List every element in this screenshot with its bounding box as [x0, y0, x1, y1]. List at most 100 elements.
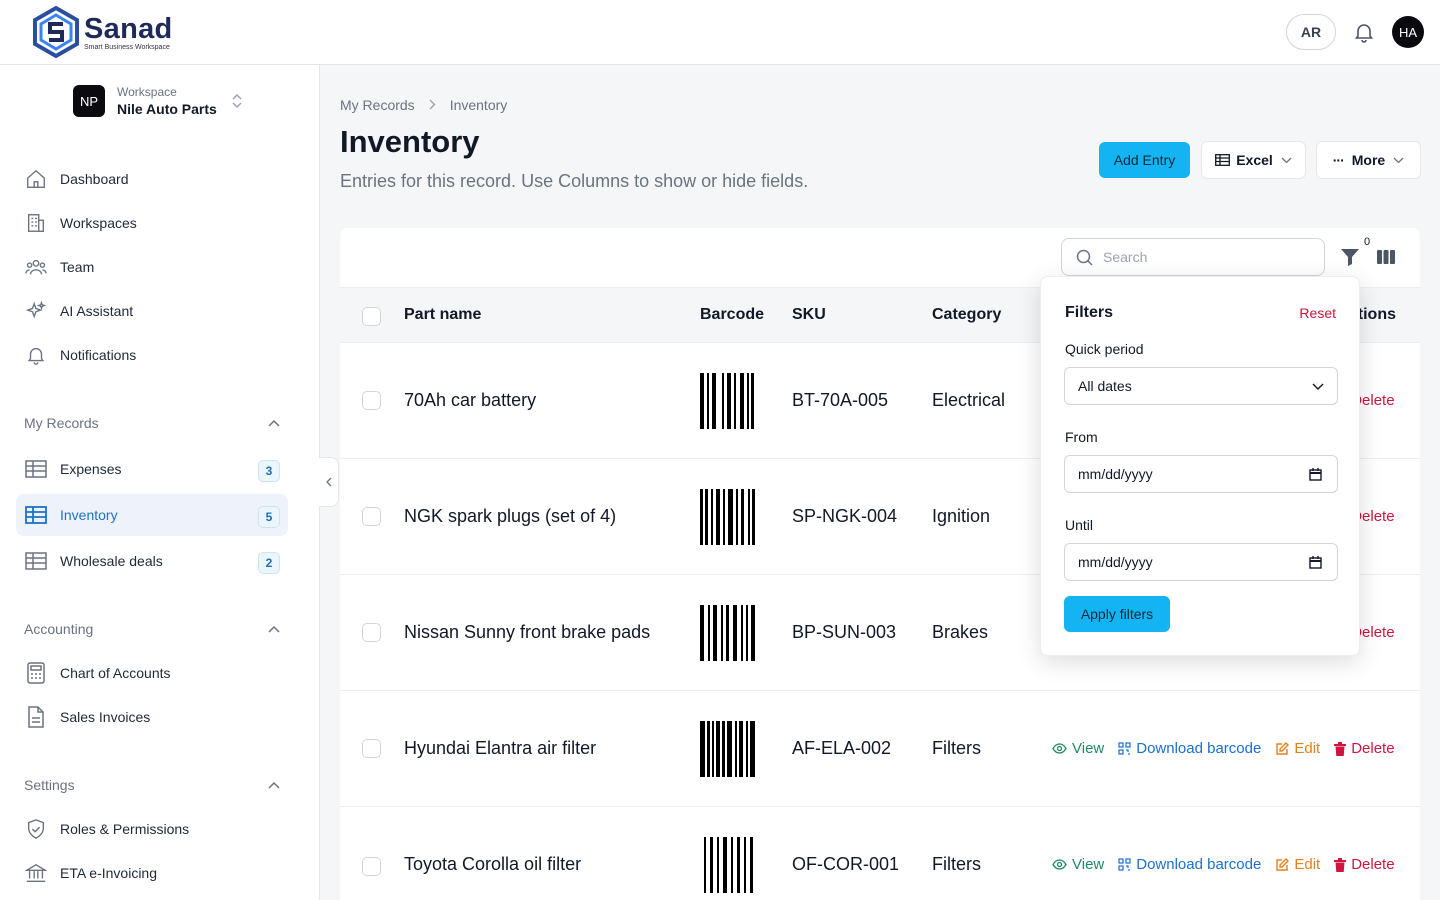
sidebar-item-workspaces[interactable]: Workspaces [16, 202, 288, 244]
chevron-updown-icon[interactable] [230, 93, 244, 109]
users-icon [24, 255, 48, 279]
page-subtitle: Entries for this record. Use Columns to … [340, 171, 809, 191]
download-barcode-button[interactable]: Download barcode [1118, 740, 1261, 757]
edit-label: Edit [1294, 856, 1321, 873]
row-actions: View Download barcode Edit Delete [1052, 740, 1395, 757]
bank-icon [24, 861, 48, 885]
section-accounting[interactable]: Accounting [24, 621, 280, 637]
workspace-badge: NP [73, 85, 105, 117]
sidebar-item-roles-permissions[interactable]: Roles & Permissions [16, 808, 288, 850]
calendar-icon[interactable] [1309, 556, 1322, 569]
sidebar-item-label: Chart of Accounts [60, 665, 171, 681]
filters-panel: Filters Reset Quick period All dates Fro… [1040, 276, 1360, 656]
table-row: Toyota Corolla oil filter OF-COR-001 Fil… [340, 807, 1420, 900]
delete-button[interactable]: Delete [1334, 740, 1395, 757]
view-button[interactable]: View [1052, 740, 1104, 757]
download-barcode-label: Download barcode [1136, 856, 1262, 873]
view-button[interactable]: View [1052, 856, 1104, 873]
brand-logo[interactable]: Sanad Smart Business Workspace [32, 6, 173, 58]
sidebar-item-expenses[interactable]: Expenses 3 [16, 448, 288, 490]
sanad-logo-icon [33, 6, 79, 58]
column-header-part-name[interactable]: Part name [404, 306, 481, 324]
barcode-image [700, 721, 755, 777]
sidebar-item-label: Roles & Permissions [60, 821, 190, 837]
row-actions: View Download barcode Edit Delete [1052, 856, 1395, 873]
sidebar-item-label: ETA e-Invoicing [60, 865, 158, 881]
sidebar-item-wholesale-deals[interactable]: Wholesale deals 2 [16, 540, 288, 582]
category-cell: Filters [932, 854, 981, 874]
section-settings[interactable]: Settings [24, 777, 280, 793]
section-my-records[interactable]: My Records [24, 415, 280, 431]
part-name-cell: NGK spark plugs (set of 4) [404, 506, 617, 526]
apply-filters-button[interactable]: Apply filters [1064, 596, 1170, 632]
breadcrumb-current: Inventory [449, 97, 508, 113]
part-name-cell: 70Ah car battery [404, 390, 537, 410]
language-toggle-button[interactable]: AR [1286, 14, 1336, 50]
notifications-bell-icon[interactable] [1352, 20, 1376, 44]
trash-icon [1334, 741, 1347, 756]
shield-icon [24, 817, 48, 841]
sidebar-item-inventory[interactable]: Inventory 5 [16, 494, 288, 536]
select-all-checkbox[interactable] [362, 307, 381, 326]
part-name-cell: Toyota Corolla oil filter [404, 854, 582, 874]
until-date-placeholder: mm/dd/yyyy [1078, 554, 1153, 570]
delete-button[interactable]: Delete [1334, 856, 1395, 873]
row-checkbox[interactable] [362, 623, 381, 642]
quick-period-label: Quick period [1065, 341, 1144, 357]
chevron-down-icon [1312, 383, 1324, 390]
columns-icon[interactable] [1377, 249, 1395, 265]
sidebar-item-eta-einvoicing[interactable]: ETA e-Invoicing [16, 852, 288, 894]
edit-button[interactable]: Edit [1275, 856, 1320, 873]
qr-code-icon [1118, 858, 1131, 871]
workspace-switcher[interactable]: NP Workspace Nile Auto Parts [73, 85, 217, 117]
sidebar-item-sales-invoices[interactable]: Sales Invoices [16, 696, 288, 738]
column-header-barcode[interactable]: Barcode [700, 306, 764, 324]
sidebar-item-team[interactable]: Team [16, 246, 288, 288]
qr-code-icon [1118, 742, 1131, 755]
filter-icon[interactable] [1340, 247, 1360, 267]
sku-cell: OF-COR-001 [792, 854, 900, 874]
sidebar-item-dashboard[interactable]: Dashboard [16, 158, 288, 200]
workspace-name: Nile Auto Parts [117, 101, 217, 117]
barcode-image [700, 605, 755, 661]
column-header-category[interactable]: Category [932, 306, 1001, 324]
filters-title: Filters [1065, 304, 1114, 321]
eye-icon [1052, 859, 1067, 870]
reset-filters-button[interactable]: Reset [1299, 305, 1336, 321]
download-barcode-button[interactable]: Download barcode [1118, 856, 1261, 873]
until-date-input[interactable]: mm/dd/yyyy [1064, 543, 1338, 581]
excel-export-button[interactable]: Excel [1201, 141, 1306, 179]
search-input[interactable] [1103, 249, 1303, 265]
calendar-icon[interactable] [1309, 468, 1322, 481]
edit-button[interactable]: Edit [1275, 740, 1320, 757]
sidebar: NP Workspace Nile Auto Parts Dashboard W… [0, 65, 320, 900]
row-checkbox[interactable] [362, 507, 381, 526]
row-checkbox[interactable] [362, 391, 381, 410]
sidebar-item-ai-assistant[interactable]: AI Assistant [16, 290, 288, 332]
search-field[interactable] [1061, 238, 1325, 276]
top-bar: Sanad Smart Business Workspace AR HA [0, 0, 1440, 65]
download-barcode-label: Download barcode [1136, 740, 1262, 757]
part-name-cell: Hyundai Elantra air filter [404, 738, 597, 758]
quick-period-select[interactable]: All dates [1064, 367, 1338, 405]
add-entry-button[interactable]: Add Entry [1099, 142, 1190, 178]
column-header-sku[interactable]: SKU [792, 306, 826, 324]
from-date-placeholder: mm/dd/yyyy [1078, 466, 1153, 482]
category-cell: Electrical [932, 390, 1006, 410]
more-actions-button[interactable]: ··· More [1316, 141, 1421, 179]
sku-cell: BP-SUN-003 [792, 622, 897, 642]
user-avatar[interactable]: HA [1392, 16, 1424, 48]
breadcrumb-parent-link[interactable]: My Records [340, 97, 415, 113]
sidebar-item-notifications[interactable]: Notifications [16, 334, 288, 376]
edit-icon [1276, 857, 1290, 871]
row-checkbox[interactable] [362, 739, 381, 758]
chevron-up-icon [268, 781, 280, 789]
sidebar-item-chart-of-accounts[interactable]: Chart of Accounts [16, 652, 288, 694]
excel-label: Excel [1236, 152, 1273, 168]
sidebar-item-label: Workspaces [60, 215, 137, 231]
sidebar-item-label: Wholesale deals [60, 553, 163, 569]
row-checkbox[interactable] [362, 857, 381, 876]
collapse-sidebar-button[interactable] [319, 457, 339, 507]
workspace-label: Workspace [117, 85, 177, 99]
from-date-input[interactable]: mm/dd/yyyy [1064, 455, 1338, 493]
